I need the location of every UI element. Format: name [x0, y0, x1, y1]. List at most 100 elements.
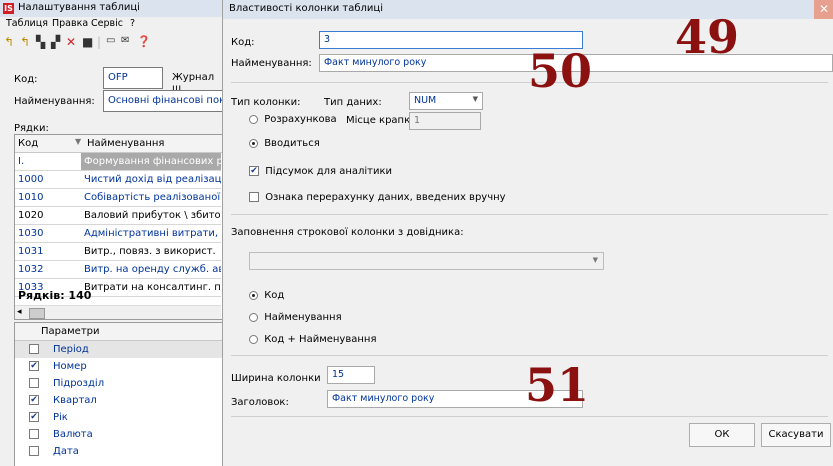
column-type-label: Тип колонки:	[231, 97, 301, 108]
data-type-select[interactable]: NUM ▼	[409, 92, 483, 110]
param-checkbox[interactable]: ✔	[29, 395, 39, 405]
row-name: Витр., повяз. з використ.	[81, 242, 221, 261]
fill-label: Заповнення строкової колонки з довідника…	[231, 227, 464, 238]
param-checkbox[interactable]: ✔	[29, 412, 39, 422]
stop-icon[interactable]: ■	[82, 35, 93, 49]
checkbox-recalc-label: Ознака перерахунку даних, введених вручн…	[265, 192, 506, 203]
dialog-title: Властивості колонки таблиці	[229, 3, 384, 14]
menu-help[interactable]: ?	[130, 18, 135, 29]
bg-name-field[interactable]: Основні фінансові пока	[103, 90, 222, 112]
param-label: Рік	[53, 412, 68, 423]
scroll-thumb[interactable]	[29, 308, 45, 319]
checkbox-recalc[interactable]: Ознака перерахунку даних, введених вручн…	[249, 192, 506, 203]
bg-name-label: Найменування:	[14, 96, 95, 107]
bg-window-title: Налаштування таблиці	[18, 2, 140, 13]
edit-icon[interactable]: ▚	[36, 35, 45, 49]
divider	[231, 416, 828, 417]
form-icon[interactable]: ▭	[106, 35, 115, 46]
row-name: Формування фінансових ре	[81, 153, 221, 171]
list-item[interactable]: Дата	[15, 443, 222, 460]
radio-input-icon[interactable]	[249, 138, 258, 148]
menu-service[interactable]: Сервіс	[91, 18, 123, 29]
checkbox-total-icon[interactable]: ✔	[249, 166, 259, 176]
radio-name[interactable]: Найменування	[249, 312, 342, 323]
param-label: Дата	[53, 446, 79, 457]
param-label: Період	[53, 344, 89, 355]
param-checkbox[interactable]: ✔	[29, 361, 39, 371]
table-row[interactable]: 1010 Собівартість реалізованої п	[15, 188, 221, 207]
edit2-icon[interactable]: ▞	[51, 35, 60, 49]
menu-table[interactable]: Таблиця	[6, 18, 48, 29]
decimal-input[interactable]: 1	[409, 112, 481, 130]
table-row[interactable]: 1020 Валовий прибуток \ збиток	[15, 206, 221, 225]
table-row[interactable]: 1030 Адміністративні витрати, у	[15, 224, 221, 243]
table-row[interactable]: 1000 Чистий дохід від реалізації	[15, 170, 221, 189]
scroll-left-icon[interactable]: ◂	[17, 307, 22, 317]
param-label: Квартал	[53, 395, 97, 406]
checkbox-recalc-icon[interactable]	[249, 192, 259, 202]
list-item[interactable]: Валюта	[15, 426, 222, 443]
code-label: Код:	[231, 37, 255, 48]
list-item[interactable]: ✔ Квартал	[15, 392, 222, 409]
table-row[interactable]: I. Формування фінансових ре	[15, 153, 221, 171]
chevron-down-icon: ▼	[592, 256, 598, 264]
col-header-code[interactable]: Код	[18, 138, 38, 149]
radio-code[interactable]: Код	[249, 290, 284, 301]
help-icon[interactable]: ❓	[137, 35, 151, 48]
param-checkbox[interactable]	[29, 344, 39, 354]
col-header-name[interactable]: Найменування	[87, 138, 164, 149]
bg-menu-bar: Таблиця Правка Сервіс ?	[0, 17, 222, 32]
radio-code-icon[interactable]	[249, 290, 258, 300]
row-code: 1020	[15, 206, 81, 225]
list-item[interactable]: ✔ Рік	[15, 409, 222, 426]
list-item[interactable]: ✔ Номер	[15, 358, 222, 375]
cancel-button[interactable]: Скасувати	[761, 423, 831, 447]
radio-code-name-icon[interactable]	[249, 334, 258, 344]
menu-edit[interactable]: Правка	[52, 18, 88, 29]
list-item[interactable]: Період	[15, 341, 222, 358]
row-name: Витрати на консалтинг. по	[81, 278, 221, 297]
radio-code-name[interactable]: Код + Найменування	[249, 334, 376, 345]
horizontal-scrollbar[interactable]: ◂	[15, 305, 221, 319]
ok-button[interactable]: ОК	[689, 423, 755, 447]
checkbox-total[interactable]: ✔ Підсумок для аналітики	[249, 166, 392, 177]
table-row[interactable]: 1031 Витр., повяз. з використ.	[15, 242, 221, 261]
dialog-title-bar: Властивості колонки таблиці ✕	[223, 0, 833, 19]
list-item[interactable]: Підрозділ	[15, 375, 222, 392]
bg-code-field[interactable]: OFP	[103, 67, 163, 89]
delete-icon[interactable]: ✕	[66, 35, 76, 49]
radio-calculated-icon[interactable]	[249, 114, 258, 124]
name-label: Найменування:	[231, 58, 312, 69]
row-code: 1000	[15, 170, 81, 189]
row-name: Собівартість реалізованої п	[81, 188, 221, 207]
table-row[interactable]: 1032 Витр. на оренду служб. ав	[15, 260, 221, 279]
separator-icon: |	[97, 35, 102, 49]
directory-select[interactable]: ▼	[249, 252, 604, 270]
radio-calculated[interactable]: Розрахункова	[249, 114, 337, 125]
bg-toolbar: ↰ ↰ ▚ ▞ ✕ ■ | ▭ ✉ ❓	[0, 34, 222, 52]
data-type-value: NUM	[414, 95, 437, 106]
param-checkbox[interactable]	[29, 429, 39, 439]
rows-count: Рядків: 140	[18, 289, 92, 302]
radio-name-label: Найменування	[264, 312, 342, 323]
bg-title-bar: IS Налаштування таблиці	[0, 0, 222, 17]
radio-input-label: Вводиться	[264, 138, 320, 149]
params-header-label: Параметри	[41, 326, 100, 337]
param-checkbox[interactable]	[29, 378, 39, 388]
radio-name-icon[interactable]	[249, 312, 258, 322]
param-checkbox[interactable]	[29, 446, 39, 456]
mail-icon[interactable]: ✉	[121, 35, 129, 46]
param-label: Номер	[53, 361, 87, 372]
radio-input[interactable]: Вводиться	[249, 138, 320, 149]
divider	[231, 214, 828, 215]
callout-50: 50	[528, 44, 593, 98]
width-input[interactable]: 15	[327, 366, 375, 384]
params-list: Параметри Період ✔ Номер Підрозділ ✔ Ква…	[14, 322, 222, 466]
copy-icon[interactable]: ↰	[20, 35, 30, 49]
close-icon[interactable]: ✕	[814, 0, 833, 19]
row-code: 1030	[15, 224, 81, 243]
new-icon[interactable]: ↰	[4, 35, 14, 49]
callout-49: 49	[675, 10, 740, 64]
param-label: Валюта	[53, 429, 93, 440]
data-type-label: Тип даних:	[324, 97, 382, 108]
